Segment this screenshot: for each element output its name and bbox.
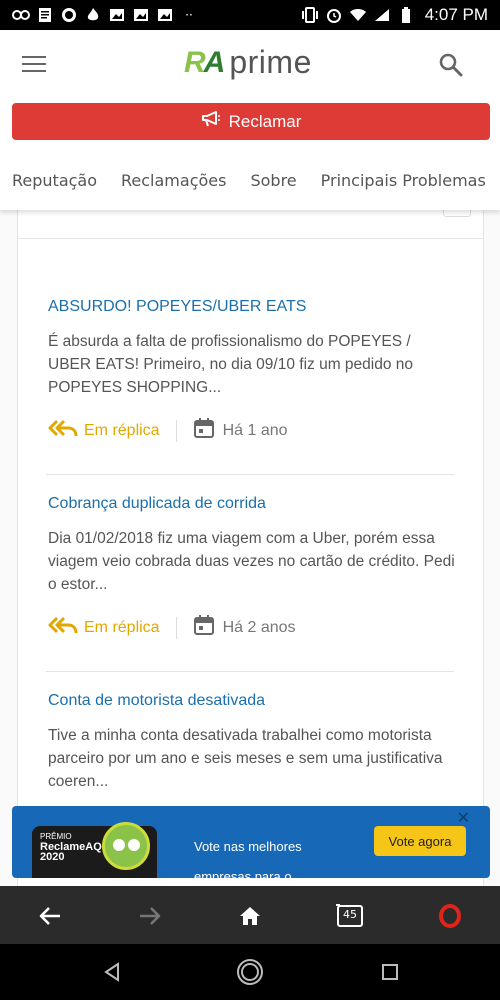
home-icon[interactable]	[236, 902, 264, 930]
status-label: Em réplica	[84, 421, 160, 439]
clock: 4:07 PM	[424, 5, 488, 24]
reclamar-label: Reclamar	[228, 111, 302, 131]
status-left-icons: ··	[12, 7, 198, 23]
divider	[46, 474, 454, 475]
megaphone-icon	[201, 111, 221, 132]
tab-reputacao[interactable]: Reputação	[12, 171, 97, 190]
complaint-title[interactable]: Cobrança duplicada de corrida	[48, 495, 456, 513]
complaint-description: Dia 01/02/2018 fiz uma viagem com a Uber…	[48, 530, 455, 593]
complaint-date: Há 1 ano	[193, 417, 288, 444]
tab-sobre[interactable]: Sobre	[250, 171, 296, 190]
whatsapp-icon	[60, 7, 78, 23]
document-icon	[36, 7, 54, 23]
signal-icon	[373, 7, 391, 23]
complaint-meta: Em réplica Há 2 anos	[48, 614, 456, 641]
promo-banner[interactable]: PRÊMIO ReclameAQUI 2020 Vote nas melhore…	[12, 806, 490, 878]
meta-separator	[175, 419, 177, 442]
nav-back-icon[interactable]	[98, 958, 126, 986]
opera-menu-icon[interactable]	[436, 902, 464, 930]
tab-principais-problemas[interactable]: Principais Problemas	[321, 171, 486, 190]
status-badge: Em réplica	[48, 616, 160, 639]
flame-icon	[84, 7, 102, 23]
vibrate-icon	[301, 7, 319, 23]
list-item[interactable]: Conta de motorista desativada Tive a min…	[48, 692, 456, 793]
menu-icon[interactable]	[22, 56, 46, 74]
tab-reclamacoes[interactable]: Reclamações	[121, 171, 226, 190]
complaint-title[interactable]: ABSURDO! POPEYES/UBER EATS	[48, 298, 456, 316]
meta-separator	[175, 616, 177, 639]
complaints-list: ABSURDO! POPEYES/UBER EATS É absurda a f…	[0, 210, 500, 886]
list-item[interactable]: Cobrança duplicada de corrida Dia 01/02/…	[48, 495, 456, 641]
search-icon[interactable]	[438, 52, 464, 78]
reply-all-icon	[48, 616, 78, 639]
complaints-card: ABSURDO! POPEYES/UBER EATS É absurda a f…	[17, 210, 484, 886]
complaint-title[interactable]: Conta de motorista desativada	[48, 692, 456, 710]
battery-icon	[397, 7, 415, 23]
image-icon	[156, 7, 174, 23]
calendar-icon	[193, 614, 215, 641]
tab-bar: Reputação Reclamações Sobre Principais P…	[0, 150, 500, 210]
reply-all-icon	[48, 419, 78, 442]
tabs-counter-icon[interactable]: 45	[334, 902, 366, 930]
date-label: Há 1 ano	[222, 421, 288, 439]
status-label: Em réplica	[84, 618, 160, 636]
logo[interactable]: RA prime	[184, 44, 312, 81]
complaint-description: Tive a minha conta desativada trabalhei …	[48, 727, 443, 790]
back-arrow-icon[interactable]	[36, 902, 64, 930]
forward-arrow-icon[interactable]	[136, 902, 164, 930]
nav-home-icon[interactable]	[236, 958, 264, 986]
banner-text: Vote nas melhores empresas para o	[194, 839, 302, 878]
link-icon	[12, 7, 30, 23]
image-icon	[108, 7, 126, 23]
complaint-date: Há 2 anos	[193, 614, 296, 641]
nav-recents-icon[interactable]	[376, 958, 404, 986]
status-badge: Em réplica	[48, 419, 160, 442]
tabs-count: 45	[343, 908, 357, 921]
mascot-image	[102, 822, 150, 870]
image-icon	[132, 7, 150, 23]
logo-text: prime	[229, 44, 312, 80]
more-icon: ··	[185, 8, 193, 22]
alarm-icon	[325, 7, 343, 23]
close-icon[interactable]: ✕	[457, 808, 470, 827]
status-right-icons: 4:07 PM	[301, 5, 488, 25]
wifi-icon	[349, 7, 367, 23]
divider	[18, 238, 483, 239]
complaint-meta: Em réplica Há 1 ano	[48, 417, 456, 444]
award-badge: PRÊMIO ReclameAQUI 2020	[32, 822, 157, 878]
app-header: RA prime	[0, 30, 500, 100]
status-bar: ·· 4:07 PM	[0, 0, 500, 30]
logo-mark: RA	[184, 45, 225, 79]
system-nav-bar	[0, 944, 500, 1000]
browser-toolbar: 45	[0, 886, 500, 944]
complaint-description: É absurda a falta de profissionalismo do…	[48, 333, 413, 396]
date-label: Há 2 anos	[222, 618, 296, 636]
reclamar-button[interactable]: Reclamar	[12, 103, 490, 140]
divider	[46, 671, 454, 672]
vote-now-button[interactable]: Vote agora	[374, 826, 466, 856]
calendar-icon	[193, 417, 215, 444]
card-top-control	[443, 210, 471, 217]
list-item[interactable]: ABSURDO! POPEYES/UBER EATS É absurda a f…	[48, 298, 456, 444]
